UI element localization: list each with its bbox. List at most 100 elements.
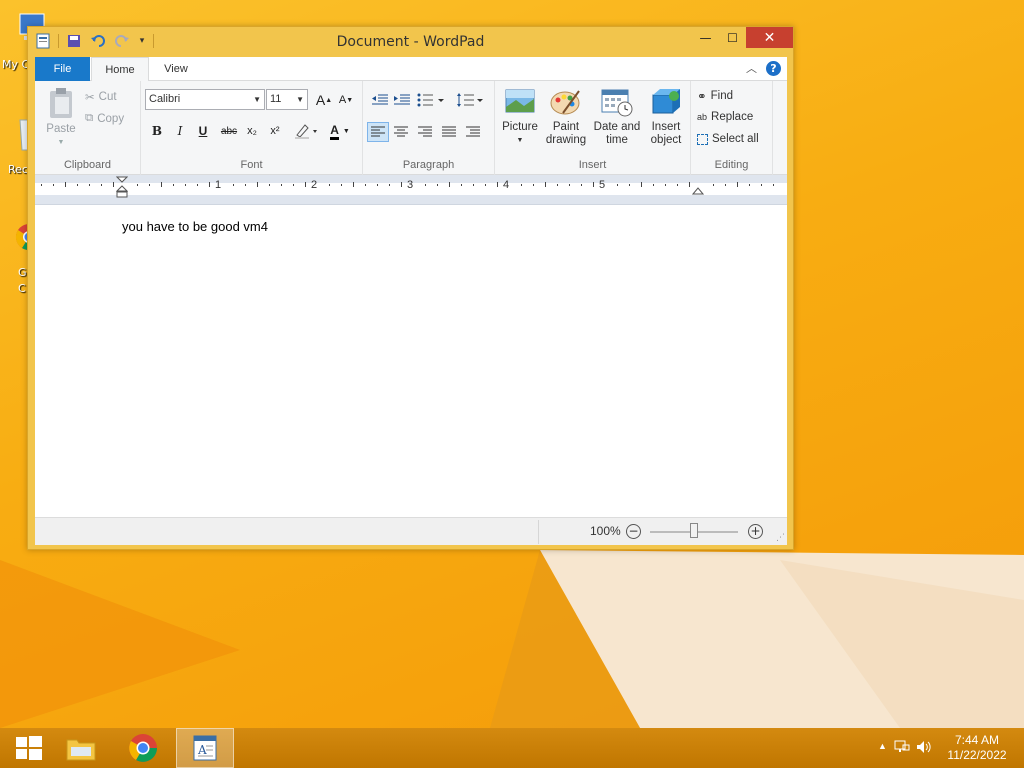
right-indent-marker-icon[interactable] — [692, 184, 704, 196]
collapse-ribbon-icon[interactable]: ︿ — [746, 60, 757, 76]
increase-indent-icon[interactable] — [392, 90, 412, 110]
ruler-tick — [161, 182, 162, 187]
desktop-icon-label: G — [18, 266, 27, 279]
ruler-tick — [305, 182, 306, 187]
insert-object-button[interactable]: Insert object — [645, 87, 687, 147]
ruler-dot — [377, 184, 378, 186]
underline-button[interactable]: U — [193, 121, 213, 141]
ruler-number: 5 — [599, 179, 606, 191]
ruler-dot — [365, 184, 366, 186]
maximize-button[interactable]: ☐ — [719, 27, 746, 48]
ruler-dot — [569, 184, 570, 186]
italic-button[interactable]: I — [170, 121, 190, 141]
bold-button[interactable]: B — [147, 121, 167, 141]
ruler-dot — [185, 184, 186, 186]
replace-button[interactable]: ab Replace — [697, 111, 753, 123]
shrink-font-button[interactable]: A ▼ — [336, 90, 356, 110]
grow-font-button[interactable]: A ▲ — [314, 90, 334, 110]
cut-button[interactable]: ✂ Cut — [85, 90, 117, 104]
title-bar[interactable]: ▾ Document - WordPad — ☐ ✕ — [28, 27, 793, 57]
minimize-button[interactable]: — — [692, 27, 719, 48]
paste-button[interactable]: Paste ▼ — [43, 87, 79, 149]
show-hidden-icons-chevron-icon[interactable]: ▲ — [878, 741, 887, 751]
clipboard-icon — [50, 88, 72, 118]
desktop-icon-label: My C — [2, 58, 30, 71]
ruler-dot — [149, 184, 150, 186]
highlight-color-button[interactable] — [291, 121, 321, 141]
align-left-button[interactable] — [367, 122, 389, 142]
wordpad-window: ▾ Document - WordPad — ☐ ✕ File Home Vie… — [27, 26, 794, 550]
taskbar-chrome[interactable] — [114, 728, 172, 768]
group-label: Font — [240, 159, 263, 171]
clipboard-group: Paste ▼ ✂ Cut ⧉ Copy Clipboard — [35, 81, 141, 175]
ruler-dot — [485, 184, 486, 186]
select-all-button[interactable]: Select all — [697, 133, 759, 145]
date-time-button[interactable]: Date and time — [591, 87, 643, 147]
ruler-tick — [497, 182, 498, 187]
ruler-dot — [461, 184, 462, 186]
ruler-dot — [389, 184, 390, 186]
picture-button[interactable]: Picture ▼ — [499, 87, 541, 147]
resize-grip-icon[interactable]: ⋰ — [776, 533, 785, 543]
help-button[interactable]: ? — [766, 61, 781, 76]
paragraph-group: Paragraph — [363, 81, 495, 175]
justify-icon — [442, 126, 456, 137]
folder-icon — [66, 739, 96, 761]
paint-drawing-button[interactable]: Paint drawing — [543, 87, 589, 147]
bullets-button[interactable] — [416, 90, 446, 110]
network-icon[interactable] — [894, 739, 910, 760]
document-area[interactable]: you have to be good vm4 — [35, 205, 787, 517]
decrease-indent-icon[interactable] — [370, 90, 390, 110]
close-button[interactable]: ✕ — [746, 27, 793, 48]
indent-marker-icon[interactable] — [116, 176, 128, 204]
clock[interactable]: 7:44 AM 11/22/2022 — [942, 733, 1012, 763]
superscript-button[interactable]: x² — [265, 121, 285, 141]
align-center-button[interactable] — [391, 122, 411, 142]
group-label: Clipboard — [63, 159, 112, 171]
ruler[interactable]: 1 2 3 4 5 — [35, 175, 787, 205]
font-color-button[interactable]: A ▼ — [325, 121, 355, 141]
tab-home[interactable]: Home — [91, 57, 149, 82]
ruler-dot — [617, 184, 618, 186]
grow-font-icon: A — [315, 92, 326, 108]
ruler-tick — [545, 182, 546, 187]
object-label-line1: Insert — [651, 121, 681, 133]
ruler-tick — [113, 182, 114, 187]
copy-icon: ⧉ — [85, 112, 94, 124]
font-color-icon: A — [330, 123, 339, 140]
justify-button[interactable] — [439, 122, 459, 142]
windows-logo-icon — [16, 736, 42, 760]
strikethrough-button[interactable]: abc — [217, 121, 241, 141]
editing-group: ⚭ Find ab Replace Select all Editing — [691, 81, 773, 175]
zoom-slider-thumb[interactable] — [690, 523, 698, 538]
ruler-dot — [89, 184, 90, 186]
subscript-button[interactable]: x₂ — [242, 121, 262, 141]
zoom-out-button[interactable]: − — [626, 524, 641, 539]
ribbon: Paste ▼ ✂ Cut ⧉ Copy Clipboard Calibri ▼ — [35, 81, 787, 175]
copy-button[interactable]: ⧉ Copy — [85, 112, 124, 125]
tab-view[interactable]: View — [151, 57, 201, 81]
font-size-value: 11 — [270, 93, 282, 105]
ruler-dot — [677, 184, 678, 186]
ruler-dot — [53, 184, 54, 186]
taskbar-wordpad[interactable]: A — [176, 728, 234, 768]
align-right-button[interactable] — [415, 122, 435, 142]
font-size-select[interactable]: 11 ▼ — [266, 89, 308, 110]
taskbar-file-explorer[interactable] — [52, 728, 110, 768]
volume-icon[interactable] — [916, 739, 932, 760]
group-label: Insert — [578, 159, 607, 171]
ruler-dot — [629, 184, 630, 186]
zoom-in-button[interactable]: + — [748, 524, 763, 539]
font-family-select[interactable]: Calibri ▼ — [145, 89, 265, 110]
start-button[interactable] — [0, 728, 58, 768]
window-client: File Home View ︿ ? Paste ▼ ✂ Cut ⧉ Copy … — [35, 57, 787, 545]
ruler-number: 3 — [407, 179, 414, 191]
desktop-icon-label: C — [18, 282, 26, 295]
ruler-tick — [353, 182, 354, 187]
line-spacing-button[interactable] — [455, 90, 485, 110]
paragraph-settings-button[interactable] — [463, 122, 483, 142]
tab-file[interactable]: File — [35, 57, 90, 81]
document-text[interactable]: you have to be good vm4 — [122, 219, 268, 234]
find-button[interactable]: ⚭ Find — [697, 89, 733, 103]
paint-label-line1: Paint — [552, 121, 580, 133]
